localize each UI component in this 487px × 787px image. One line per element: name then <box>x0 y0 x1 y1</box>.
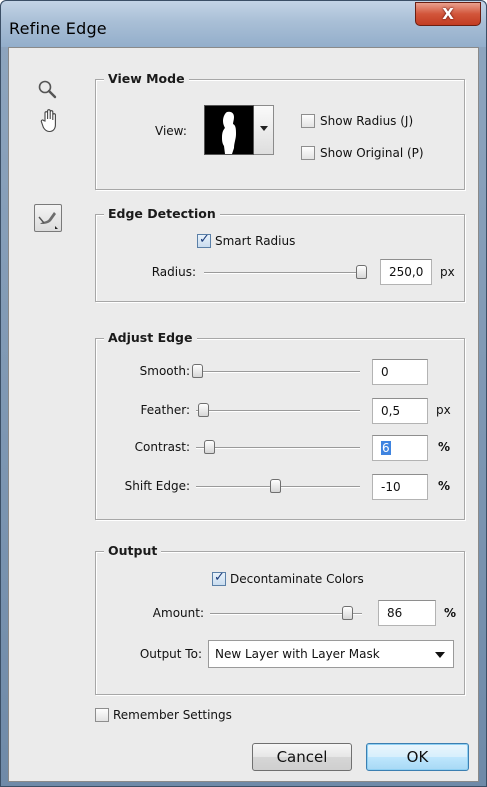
contrast-label: Contrast: <box>134 440 190 454</box>
check-icon: ✓ <box>199 232 210 247</box>
shift-edge-unit: % <box>438 479 451 493</box>
decontaminate-colors-checkbox[interactable]: ✓ <box>212 570 226 586</box>
shift-edge-slider-thumb[interactable] <box>270 479 281 493</box>
view-mode-title: View Mode <box>104 71 189 86</box>
amount-unit: % <box>444 606 457 620</box>
edge-detection-title: Edge Detection <box>104 206 220 221</box>
zoom-tool-button[interactable] <box>37 79 59 101</box>
smart-radius-label: Smart Radius <box>215 234 296 248</box>
adjust-edge-title: Adjust Edge <box>104 330 197 345</box>
smooth-slider-track[interactable] <box>196 371 360 373</box>
shift-edge-value: -10 <box>381 480 401 494</box>
edge-detection-group: Edge Detection ✓ Smart Radius Radius: 25… <box>95 206 465 302</box>
check-icon: ✓ <box>214 570 225 585</box>
chevron-down-icon <box>260 126 268 131</box>
dialog-body: View Mode View: Show Radius (J) Show Ori… <box>8 47 479 782</box>
feather-label: Feather: <box>140 403 190 417</box>
view-label: View: <box>155 124 187 138</box>
shift-edge-label: Shift Edge: <box>124 479 190 493</box>
view-mode-group: View Mode View: Show Radius (J) Show Ori… <box>95 71 465 190</box>
show-original-label: Show Original (P) <box>320 146 424 160</box>
remember-settings-checkbox[interactable] <box>95 708 109 722</box>
feather-slider-track[interactable] <box>196 410 360 412</box>
output-title: Output <box>104 543 162 558</box>
radius-input[interactable]: 250,0 <box>380 259 432 285</box>
amount-slider-thumb[interactable] <box>342 606 353 620</box>
amount-label: Amount: <box>152 606 204 620</box>
ok-button[interactable]: OK <box>366 743 469 771</box>
amount-value: 86 <box>387 606 403 620</box>
radius-slider-thumb[interactable] <box>356 265 367 279</box>
amount-input[interactable]: 86 <box>378 600 436 626</box>
feather-input[interactable]: 0,5 <box>372 398 428 424</box>
feather-value: 0,5 <box>381 404 401 418</box>
hand-tool-button[interactable] <box>39 108 61 134</box>
view-mode-dropdown[interactable] <box>254 105 274 155</box>
refine-edge-dialog: Refine Edge X View Mode View: Show Radiu… <box>0 0 487 787</box>
contrast-value: 6 <box>381 441 391 455</box>
feather-unit: px <box>436 403 451 417</box>
view-mode-thumbnail[interactable] <box>204 105 254 155</box>
title-bar[interactable]: Refine Edge X <box>1 1 486 47</box>
output-group: Output ✓ Decontaminate Colors Amount: 86… <box>95 543 465 695</box>
show-radius-label: Show Radius (J) <box>320 114 414 128</box>
contrast-slider-thumb[interactable] <box>204 440 215 454</box>
feather-slider-thumb[interactable] <box>198 403 209 417</box>
refine-radius-tool-button[interactable] <box>34 204 62 232</box>
smooth-input[interactable]: 0 <box>372 359 428 385</box>
hand-icon <box>40 109 56 133</box>
contrast-unit: % <box>438 440 451 454</box>
amount-slider-track[interactable] <box>210 613 362 615</box>
radius-slider-track[interactable] <box>204 272 364 274</box>
radius-label: Radius: <box>151 265 196 279</box>
decontaminate-colors-label: Decontaminate Colors <box>230 572 364 586</box>
contrast-slider-track[interactable] <box>196 447 360 449</box>
smooth-value: 0 <box>381 365 389 379</box>
smooth-label: Smooth: <box>139 364 190 378</box>
output-to-label: Output To: <box>139 647 202 661</box>
cancel-button[interactable]: Cancel <box>252 743 352 771</box>
output-to-value: New Layer with Layer Mask <box>215 647 380 661</box>
remember-settings-label: Remember Settings <box>113 708 232 722</box>
magnifier-icon <box>38 80 57 99</box>
smooth-slider-thumb[interactable] <box>192 364 203 378</box>
show-radius-checkbox[interactable] <box>301 114 315 128</box>
silhouette-preview-icon <box>222 111 236 154</box>
close-button[interactable]: X <box>415 2 481 26</box>
radius-value: 250,0 <box>389 265 424 279</box>
output-to-select[interactable]: New Layer with Layer Mask <box>208 640 454 668</box>
chevron-down-icon <box>435 652 445 658</box>
smart-radius-checkbox[interactable]: ✓ <box>197 232 211 248</box>
contrast-input[interactable]: 6 <box>372 435 428 461</box>
brush-icon <box>38 212 58 229</box>
window-title: Refine Edge <box>9 19 107 38</box>
show-original-checkbox[interactable] <box>301 146 315 160</box>
radius-unit: px <box>440 265 455 279</box>
shift-edge-input[interactable]: -10 <box>372 474 428 500</box>
adjust-edge-group: Adjust Edge Smooth: 0 Feather: 0,5 px Co… <box>95 330 465 520</box>
